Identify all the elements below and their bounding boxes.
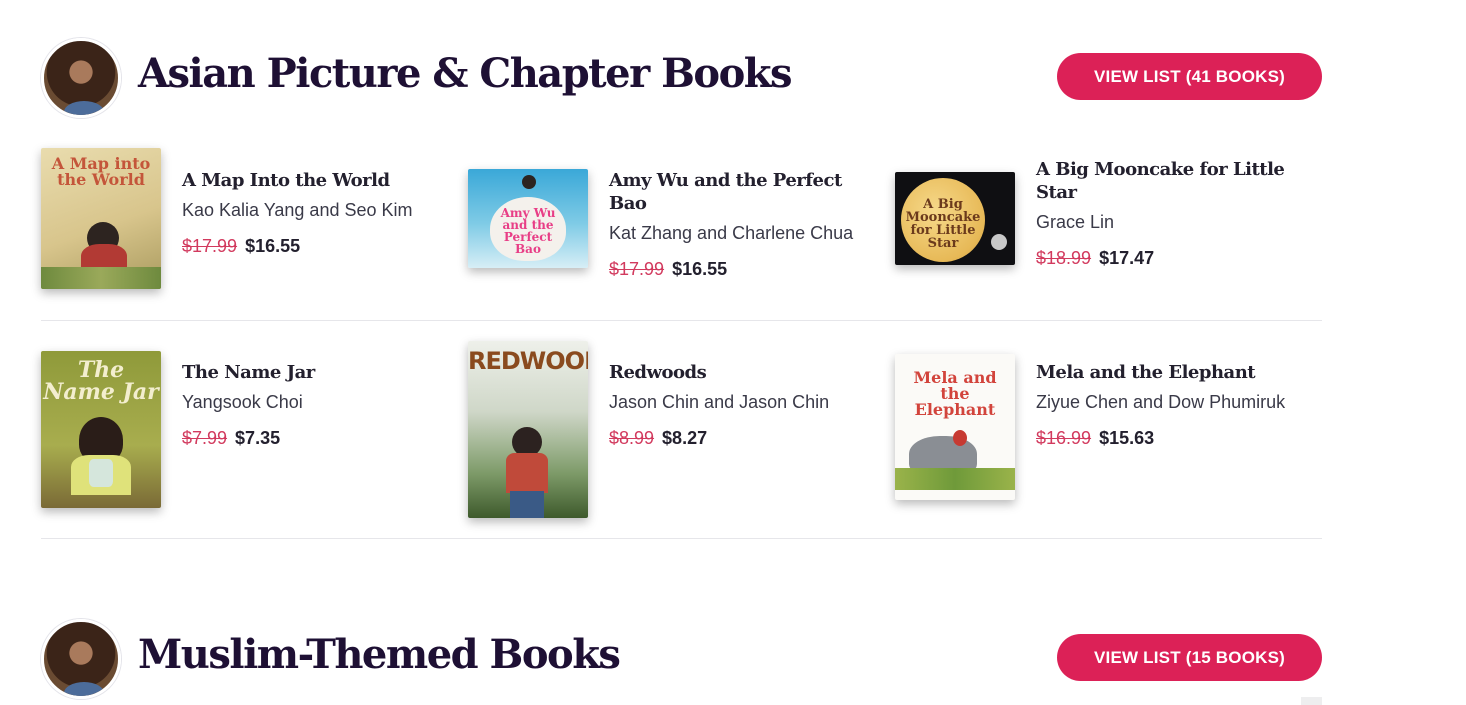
book-author[interactable]: Kat Zhang and Charlene Chua: [609, 222, 869, 244]
book-card: Mela and the Elephant Mela and the Eleph…: [895, 321, 1315, 503]
book-price: $17.99 $16.55: [609, 258, 869, 280]
book-list-section: Asian Picture & Chapter Books VIEW LIST …: [41, 38, 1322, 118]
list-price: $17.99: [182, 236, 238, 256]
book-info: Mela and the Elephant Ziyue Chen and Dow…: [1036, 361, 1296, 449]
book-cover[interactable]: A Map into the World: [41, 148, 161, 289]
book-title[interactable]: The Name Jar: [182, 361, 442, 384]
sale-price: $17.47: [1099, 248, 1155, 268]
book-grid: A Map into the World A Map Into the Worl…: [41, 139, 1322, 539]
book-author[interactable]: Jason Chin and Jason Chin: [609, 391, 869, 413]
sale-price: $8.27: [662, 428, 708, 448]
book-cover[interactable]: REDWOODS: [468, 341, 588, 518]
book-price: $7.99 $7.35: [182, 427, 442, 449]
section-title[interactable]: Muslim-Themed Books: [138, 631, 621, 678]
book-cover[interactable]: Amy Wu and the Perfect Bao: [468, 169, 588, 268]
book-row: The Name Jar The Name Jar Yangsook Choi …: [41, 321, 1322, 539]
book-cover-text: Mela and the Elephant: [913, 368, 997, 419]
section-header: Asian Picture & Chapter Books VIEW LIST …: [41, 38, 1322, 118]
book-row: A Map into the World A Map Into the Worl…: [41, 139, 1322, 321]
book-cover-text: REDWOODS: [468, 347, 588, 375]
book-card: REDWOODS Redwoods Jason Chin and Jason C…: [468, 321, 888, 518]
book-info: A Big Mooncake for Little Star Grace Lin…: [1036, 158, 1296, 269]
book-title[interactable]: Mela and the Elephant: [1036, 361, 1296, 384]
book-cover[interactable]: The Name Jar: [41, 351, 161, 508]
list-price: $8.99: [609, 428, 655, 448]
book-cover[interactable]: A Big Mooncake for Little Star: [895, 172, 1015, 265]
book-title[interactable]: A Map Into the World: [182, 169, 442, 192]
book-list-section: Muslim-Themed Books VIEW LIST (15 BOOKS): [41, 619, 1322, 699]
book-info: Redwoods Jason Chin and Jason Chin $8.99…: [609, 361, 869, 449]
sale-price: $16.55: [672, 259, 728, 279]
view-list-button[interactable]: VIEW LIST (41 BOOKS): [1057, 53, 1322, 100]
book-author[interactable]: Kao Kalia Yang and Seo Kim: [182, 199, 442, 221]
book-price: $17.99 $16.55: [182, 235, 442, 257]
list-price: $17.99: [609, 259, 665, 279]
section-header: Muslim-Themed Books VIEW LIST (15 BOOKS): [41, 619, 1322, 699]
book-cover-text: The Name Jar: [43, 357, 159, 405]
book-card: A Map into the World A Map Into the Worl…: [41, 139, 461, 321]
book-price: $8.99 $8.27: [609, 427, 869, 449]
view-list-button[interactable]: VIEW LIST (15 BOOKS): [1057, 634, 1322, 681]
book-author[interactable]: Ziyue Chen and Dow Phumiruk: [1036, 391, 1296, 413]
book-title[interactable]: Amy Wu and the Perfect Bao: [609, 169, 869, 215]
book-price: $16.99 $15.63: [1036, 427, 1296, 449]
book-info: A Map Into the World Kao Kalia Yang and …: [182, 169, 442, 257]
book-cover[interactable]: Mela and the Elephant: [895, 354, 1015, 500]
book-cover-text: A Map into the World: [51, 154, 151, 189]
book-card: Amy Wu and the Perfect Bao Amy Wu and th…: [468, 139, 888, 321]
book-title[interactable]: Redwoods: [609, 361, 869, 384]
book-card: The Name Jar The Name Jar Yangsook Choi …: [41, 321, 461, 508]
book-cover-text: A Big Mooncake for Little Star: [905, 197, 981, 251]
book-title[interactable]: A Big Mooncake for Little Star: [1036, 158, 1296, 204]
list-price: $18.99: [1036, 248, 1092, 268]
curator-avatar[interactable]: [41, 38, 121, 118]
list-price: $7.99: [182, 428, 228, 448]
book-cover-text: Amy Wu and the Perfect Bao: [500, 206, 556, 256]
section-title[interactable]: Asian Picture & Chapter Books: [138, 50, 792, 97]
book-price: $18.99 $17.47: [1036, 247, 1296, 269]
scrollbar[interactable]: [1301, 697, 1322, 705]
book-info: The Name Jar Yangsook Choi $7.99 $7.35: [182, 361, 442, 449]
book-author[interactable]: Yangsook Choi: [182, 391, 442, 413]
sale-price: $16.55: [245, 236, 301, 256]
sale-price: $15.63: [1099, 428, 1155, 448]
sale-price: $7.35: [235, 428, 281, 448]
book-card: A Big Mooncake for Little Star A Big Moo…: [895, 139, 1315, 321]
book-info: Amy Wu and the Perfect Bao Kat Zhang and…: [609, 169, 869, 280]
book-author[interactable]: Grace Lin: [1036, 211, 1296, 233]
list-price: $16.99: [1036, 428, 1092, 448]
curator-avatar[interactable]: [41, 619, 121, 699]
